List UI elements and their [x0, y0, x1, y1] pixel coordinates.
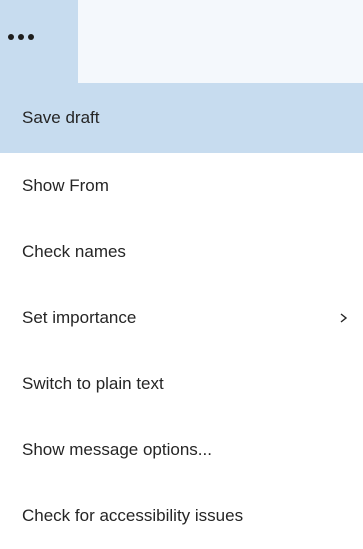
menu-item-label: Show message options...	[22, 440, 212, 459]
more-horizontal-icon	[8, 27, 48, 47]
toolbar-background	[78, 0, 363, 83]
menu-item-label: Save draft	[22, 108, 100, 127]
menu-item-label: Switch to plain text	[22, 374, 164, 393]
more-options-menu: Save draft Show From Check names Set imp…	[0, 83, 363, 525]
menu-item-check-names[interactable]: Check names	[0, 219, 363, 285]
dot-3	[28, 34, 34, 40]
menu-item-set-importance[interactable]: Set importance	[0, 285, 363, 351]
dot-2	[18, 34, 24, 40]
menu-item-show-message-options[interactable]: Show message options...	[0, 417, 363, 483]
menu-item-label: Check names	[22, 242, 126, 261]
toolbar	[0, 0, 363, 83]
menu-item-show-from[interactable]: Show From	[0, 153, 363, 219]
menu-item-label: Check for accessibility issues	[22, 506, 244, 525]
chevron-right-icon	[340, 313, 348, 323]
more-options-button[interactable]	[0, 0, 78, 83]
menu-item-save-draft[interactable]: Save draft	[0, 83, 363, 153]
menu-item-label: Show From	[22, 176, 109, 195]
menu-item-label: Set importance	[22, 308, 137, 327]
menu-item-switch-to-plain-text[interactable]: Switch to plain text	[0, 351, 363, 417]
dot-1	[8, 34, 14, 40]
menu-item-check-accessibility[interactable]: Check for accessibility issues	[0, 483, 363, 549]
